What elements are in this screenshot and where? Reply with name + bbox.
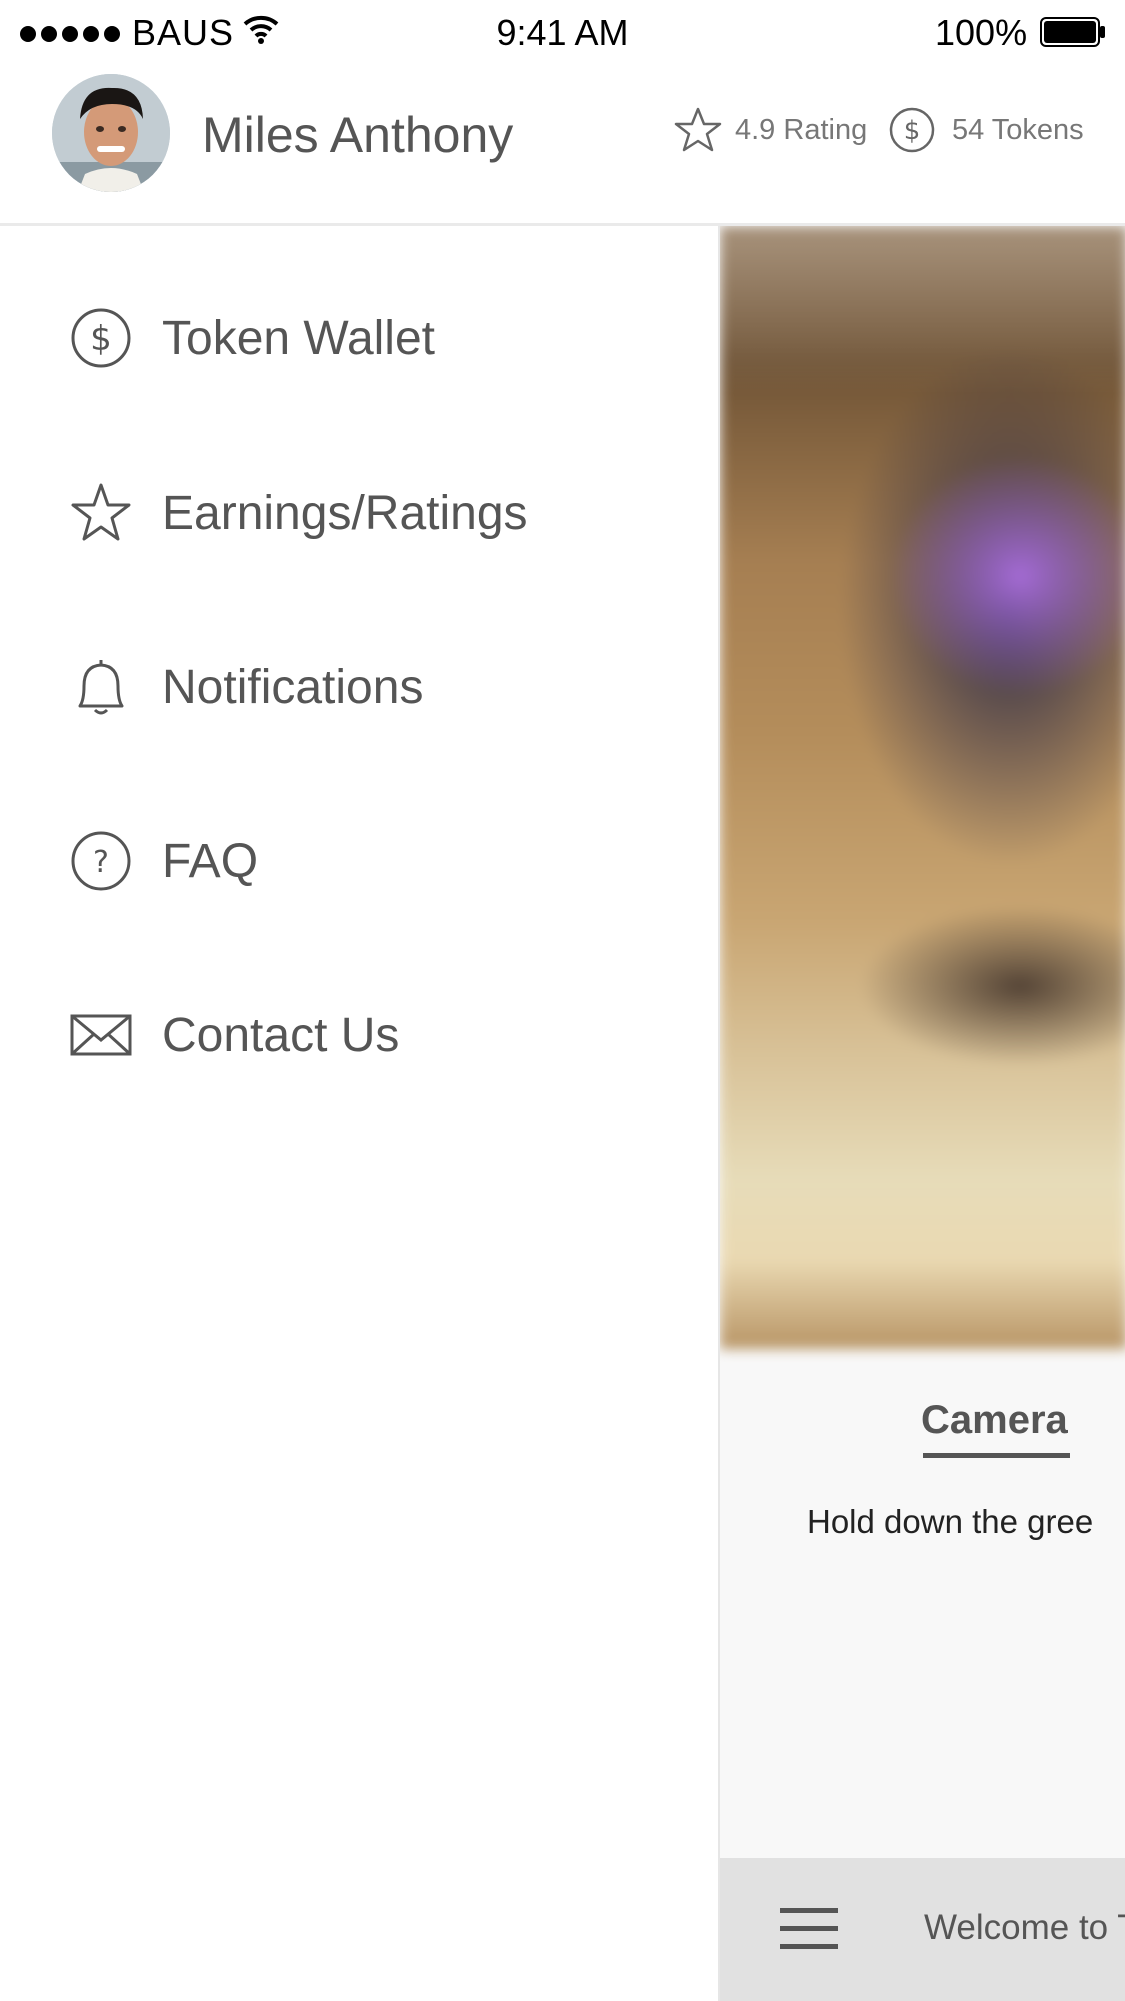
menu-item-label: Contact Us xyxy=(162,1008,400,1062)
title-underline xyxy=(923,1453,1070,1458)
svg-text:$: $ xyxy=(90,319,112,359)
profile-header: Miles Anthony 4.9 Rating $ 54 Tokens xyxy=(0,66,1125,226)
camera-instructions: Hold down the gree xyxy=(807,1503,1094,1540)
avatar[interactable] xyxy=(52,74,170,192)
envelope-icon xyxy=(70,1004,132,1066)
camera-title: Camera xyxy=(921,1398,1068,1442)
menu-item-notifications[interactable]: Notifications xyxy=(70,642,423,732)
menu-item-token-wallet[interactable]: $ Token Wallet xyxy=(70,293,435,383)
status-bar: BAUS 9:41 AM 100% xyxy=(0,0,1125,66)
dollar-circle-icon: $ xyxy=(70,307,132,369)
svg-text:$: $ xyxy=(904,116,921,146)
menu-item-earnings-ratings[interactable]: Earnings/Ratings xyxy=(70,468,528,558)
menu-item-label: Earnings/Ratings xyxy=(162,486,528,540)
dollar-circle-icon: $ xyxy=(889,107,935,153)
star-icon xyxy=(674,107,722,152)
question-circle-icon: ? xyxy=(70,830,132,892)
rating-text: 4.9 Rating xyxy=(735,113,868,146)
token-summary: $ 54 Tokens xyxy=(888,106,1084,154)
hamburger-menu-icon[interactable] xyxy=(780,1908,838,1950)
menu-item-label: Notifications xyxy=(162,660,424,714)
menu-item-faq[interactable]: ? FAQ xyxy=(70,816,258,906)
star-icon xyxy=(70,482,132,544)
battery-percentage: 100% xyxy=(935,12,1028,53)
battery-icon xyxy=(1040,17,1105,47)
welcome-text: Welcome to T xyxy=(924,1908,1125,1947)
rating-summary: 4.9 Rating xyxy=(673,106,867,154)
menu-item-label: Token Wallet xyxy=(162,311,435,365)
svg-text:?: ? xyxy=(93,845,109,880)
main-screen-preview[interactable]: Camera Hold down the gree Welcome to T xyxy=(718,226,1125,2001)
bell-icon xyxy=(70,656,132,718)
bottom-bar: Welcome to T xyxy=(720,1858,1125,2001)
tokens-text: 54 Tokens xyxy=(952,113,1084,146)
menu-item-contact-us[interactable]: Contact Us xyxy=(70,990,399,1080)
menu-item-label: FAQ xyxy=(162,834,259,888)
user-name: Miles Anthony xyxy=(202,107,514,163)
